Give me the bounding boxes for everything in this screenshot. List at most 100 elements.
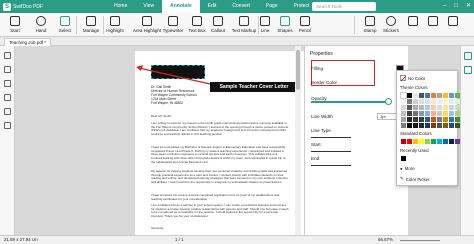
theme-color-swatch[interactable] xyxy=(401,111,406,116)
theme-color-swatch[interactable] xyxy=(431,93,436,98)
standard-color-swatch[interactable] xyxy=(443,139,448,144)
area-highlight-button[interactable]: Area Highlight xyxy=(131,14,163,33)
theme-color-swatch[interactable] xyxy=(419,105,424,110)
theme-color-swatch[interactable] xyxy=(443,99,448,104)
bookmark-icon[interactable] xyxy=(4,66,11,73)
theme-color-swatch[interactable] xyxy=(431,111,436,116)
theme-color-swatch[interactable] xyxy=(419,117,424,122)
theme-color-swatch[interactable] xyxy=(419,123,424,128)
theme-color-swatch[interactable] xyxy=(413,117,418,122)
hand-button[interactable]: Hand xyxy=(28,14,54,33)
vertical-scrollbar[interactable] xyxy=(295,46,301,235)
theme-color-swatch[interactable] xyxy=(425,93,430,98)
end-style-preview[interactable] xyxy=(311,165,351,166)
theme-color-swatch[interactable] xyxy=(407,111,412,116)
standard-color-swatch[interactable] xyxy=(437,139,442,144)
theme-color-swatch[interactable] xyxy=(431,123,436,128)
theme-color-swatch[interactable] xyxy=(407,99,412,104)
thumbnails-icon[interactable] xyxy=(4,52,11,59)
tab-teaching-job[interactable]: Teaching Job.pdf * xyxy=(4,38,52,46)
theme-color-swatch[interactable] xyxy=(437,99,442,104)
standard-color-swatch[interactable] xyxy=(413,139,418,144)
pencil-button[interactable]: Pencil xyxy=(292,14,318,33)
theme-color-swatch[interactable] xyxy=(400,92,407,99)
theme-color-swatch[interactable] xyxy=(431,105,436,110)
theme-color-swatch[interactable] xyxy=(437,117,442,122)
theme-color-swatch[interactable] xyxy=(419,93,424,98)
comment-icon[interactable] xyxy=(4,80,11,87)
theme-color-swatch[interactable] xyxy=(431,99,436,104)
theme-color-swatch[interactable] xyxy=(437,111,442,116)
theme-color-swatch[interactable] xyxy=(443,117,448,122)
theme-color-swatch[interactable] xyxy=(419,111,424,116)
theme-color-swatch[interactable] xyxy=(425,123,430,128)
theme-color-swatch[interactable] xyxy=(407,117,412,122)
more-tools-button[interactable] xyxy=(440,14,466,26)
color-picker-option[interactable]: ✎ Color Picker xyxy=(400,176,430,182)
theme-color-swatch[interactable] xyxy=(443,93,448,98)
search-input[interactable]: Search Tools xyxy=(312,2,376,11)
standard-color-swatch[interactable] xyxy=(449,139,454,144)
theme-color-swatch[interactable] xyxy=(431,117,436,122)
theme-color-swatch[interactable] xyxy=(425,99,430,104)
line-type-preview[interactable] xyxy=(311,137,351,138)
menu-home[interactable]: Home xyxy=(106,0,135,13)
theme-color-swatch[interactable] xyxy=(425,117,430,122)
theme-color-swatch[interactable] xyxy=(407,123,412,128)
theme-color-swatch[interactable] xyxy=(401,123,406,128)
scroll-thumb[interactable] xyxy=(296,50,300,90)
close-icon[interactable]: ✕ xyxy=(466,0,471,13)
opacity-slider-knob[interactable] xyxy=(385,98,392,105)
theme-color-swatch[interactable] xyxy=(449,99,454,104)
zoom-level[interactable]: 66.67% xyxy=(378,236,393,244)
theme-color-swatch[interactable] xyxy=(437,105,442,110)
theme-color-swatch[interactable] xyxy=(437,93,442,98)
signature-panel-icon[interactable] xyxy=(4,122,11,129)
standard-color-swatch[interactable] xyxy=(407,139,412,144)
theme-color-swatch[interactable] xyxy=(413,111,418,116)
theme-color-swatch[interactable] xyxy=(407,93,412,98)
start-button[interactable]: Start xyxy=(2,14,28,33)
theme-color-swatch[interactable] xyxy=(401,99,406,104)
theme-color-swatch[interactable] xyxy=(443,123,448,128)
standard-color-swatch[interactable] xyxy=(401,139,406,144)
page-number[interactable]: 1 / 1 xyxy=(175,236,184,244)
start-style-preview[interactable] xyxy=(311,151,351,152)
no-color-option[interactable]: No Color xyxy=(400,75,425,81)
theme-color-swatch[interactable] xyxy=(437,123,442,128)
theme-color-swatch[interactable] xyxy=(419,99,424,104)
theme-color-swatch[interactable] xyxy=(413,123,418,128)
manage-button[interactable]: Manage xyxy=(78,14,104,33)
select-button[interactable]: Select xyxy=(52,14,78,33)
theme-color-swatch[interactable] xyxy=(449,123,454,128)
theme-color-swatch[interactable] xyxy=(449,111,454,116)
attachment-panel-icon[interactable] xyxy=(4,108,11,115)
theme-color-swatch[interactable] xyxy=(413,93,418,98)
layers-icon[interactable] xyxy=(464,66,472,74)
theme-color-swatch[interactable] xyxy=(413,105,418,110)
properties-icon[interactable] xyxy=(464,52,472,60)
menu-page[interactable]: Page xyxy=(258,0,286,13)
theme-color-swatch[interactable] xyxy=(425,111,430,116)
theme-color-swatch[interactable] xyxy=(449,105,454,110)
theme-color-swatch[interactable] xyxy=(443,111,448,116)
standard-color-swatch[interactable] xyxy=(419,139,424,144)
search-panel-icon[interactable] xyxy=(4,94,11,101)
opacity-slider[interactable] xyxy=(311,101,387,103)
callout-button[interactable]: Callout xyxy=(205,14,231,33)
menu-convert[interactable]: Convert xyxy=(224,0,258,13)
maximize-icon[interactable]: □ xyxy=(454,0,458,13)
zoom-slider[interactable] xyxy=(400,240,440,241)
theme-color-swatch[interactable] xyxy=(443,105,448,110)
more-colors-option[interactable]: ● More xyxy=(400,166,415,171)
standard-color-swatch[interactable] xyxy=(425,139,430,144)
menu-view[interactable]: View xyxy=(135,0,162,13)
typewriter-button[interactable]: Typewriter xyxy=(160,14,186,33)
minimize-icon[interactable]: – xyxy=(443,0,446,13)
theme-color-swatch[interactable] xyxy=(407,105,412,110)
theme-color-swatch[interactable] xyxy=(413,99,418,104)
theme-color-swatch[interactable] xyxy=(401,117,406,122)
standard-color-swatch[interactable] xyxy=(431,139,436,144)
highlight-button[interactable]: Highlight xyxy=(102,14,128,33)
recent-color-swatch[interactable] xyxy=(401,156,406,161)
